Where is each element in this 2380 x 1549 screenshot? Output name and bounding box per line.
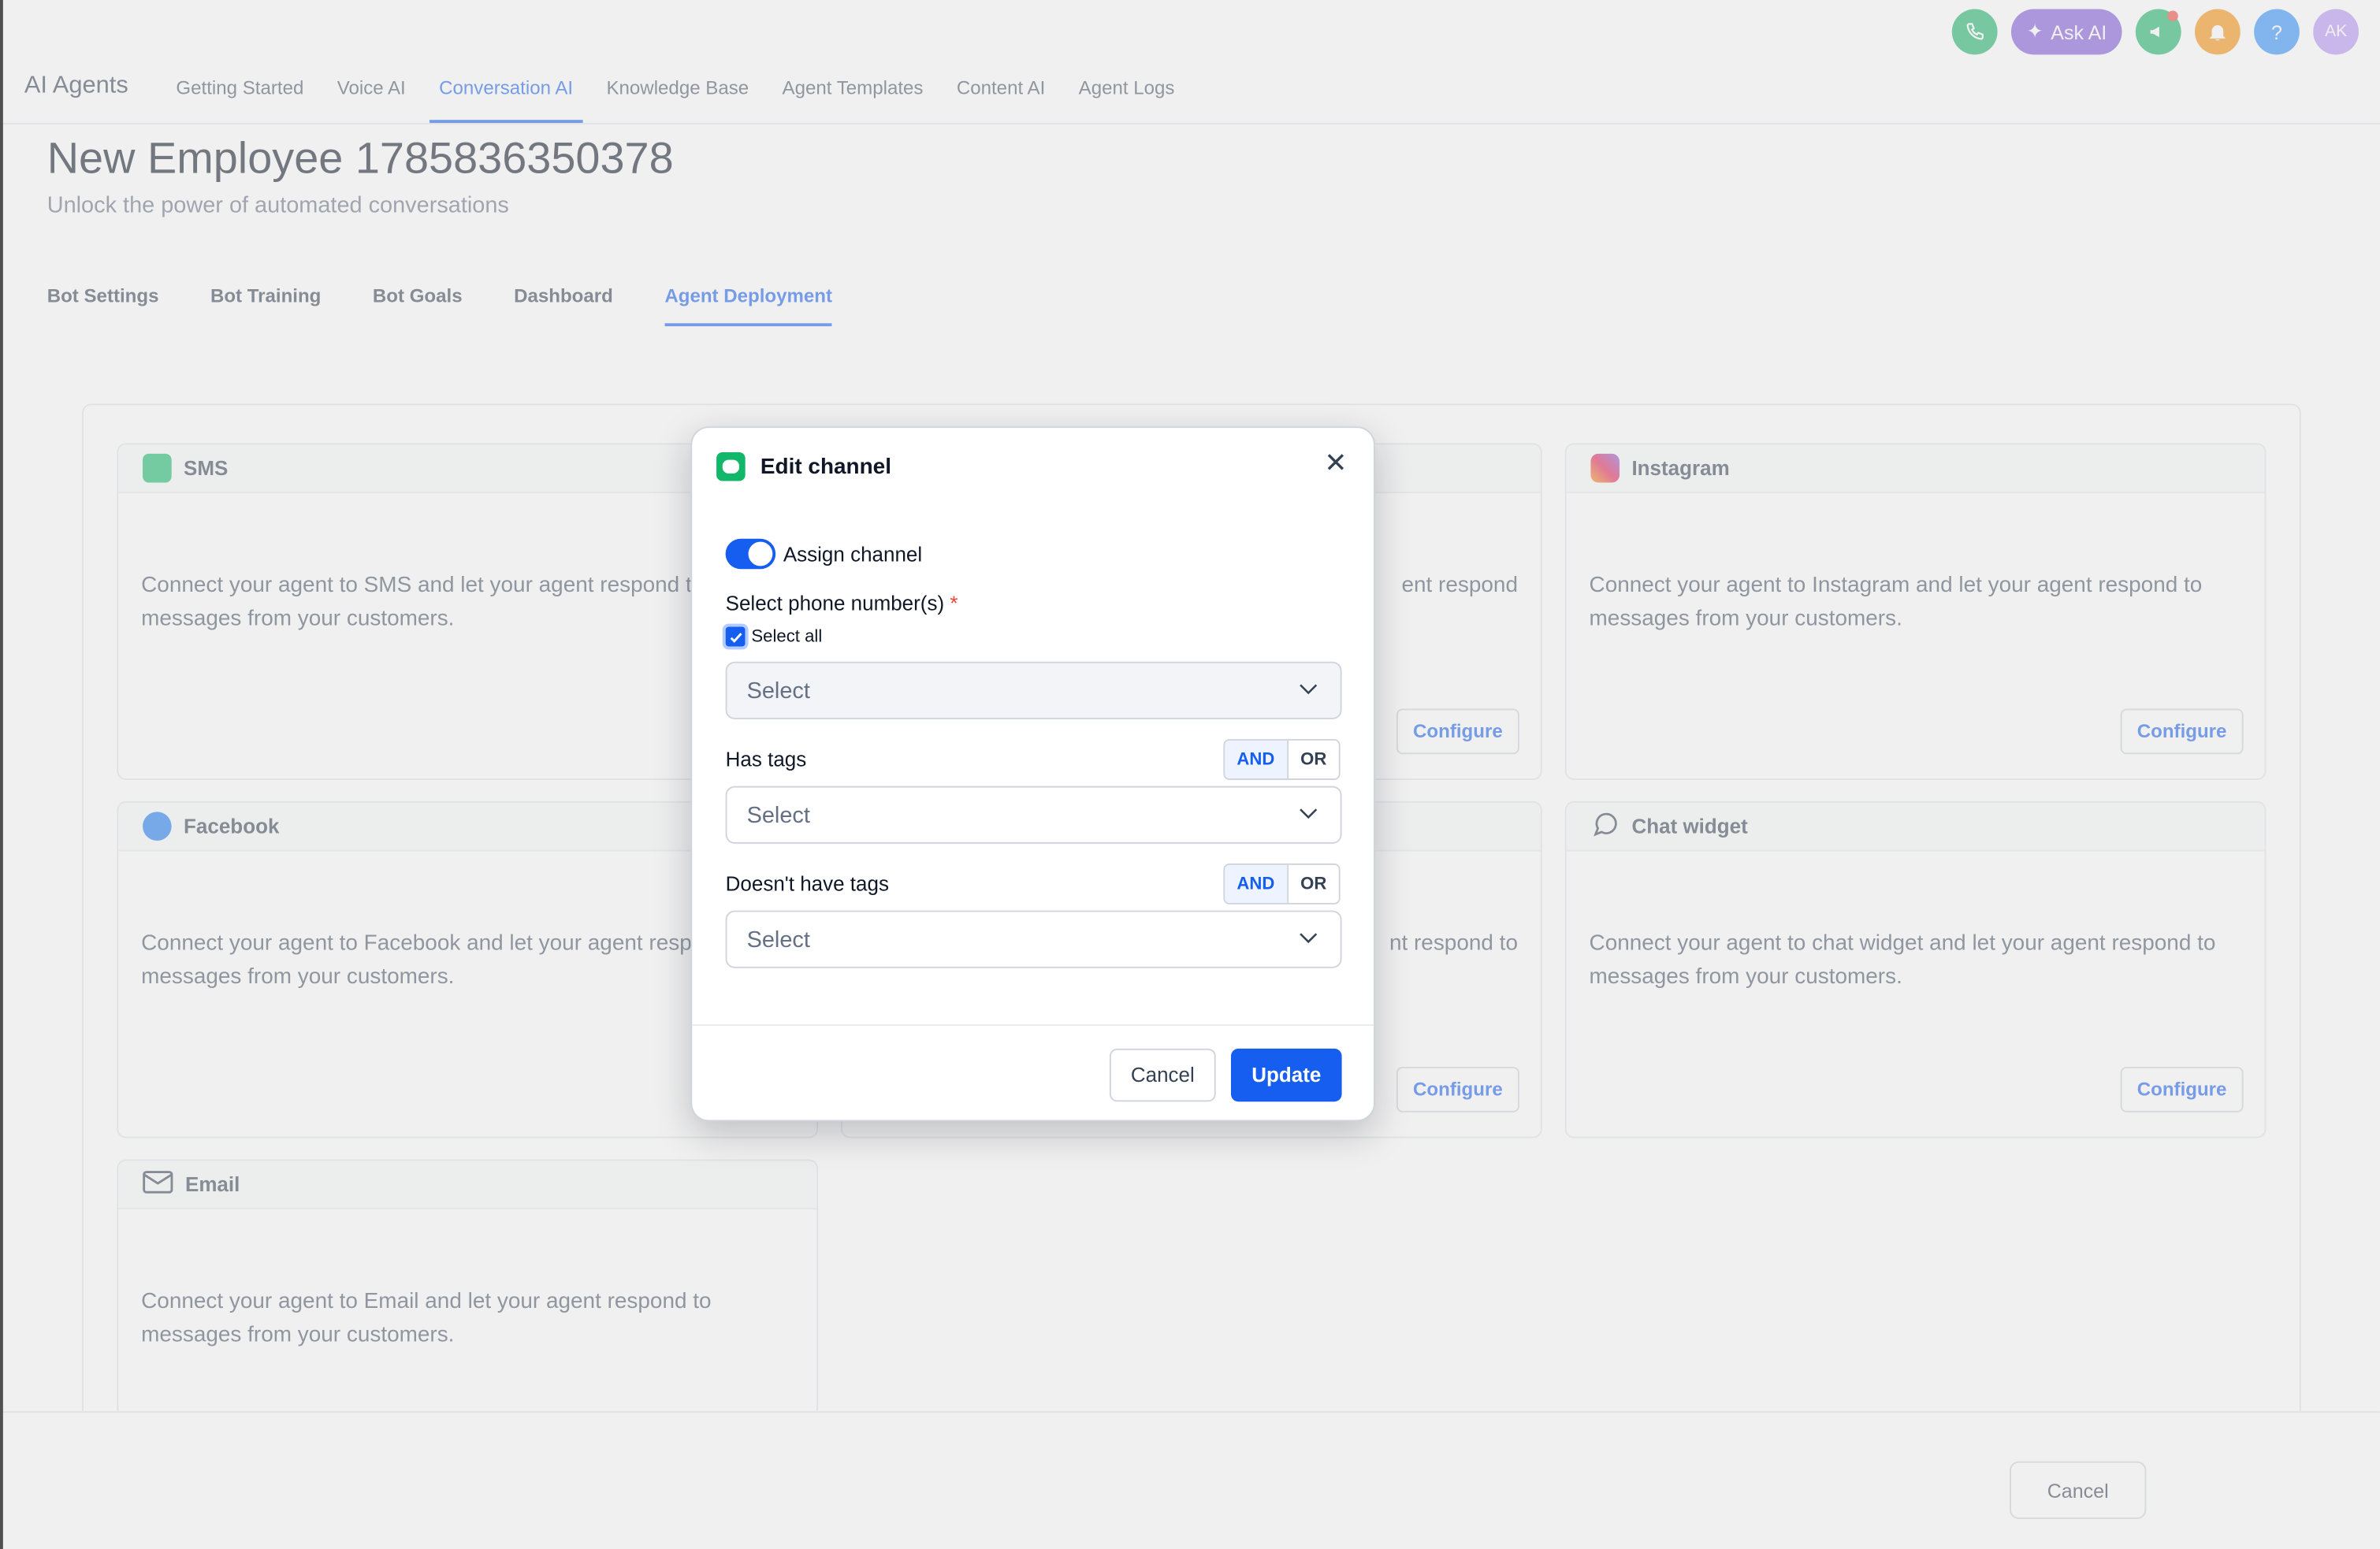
has-tags-select[interactable]: Select [725, 786, 1342, 844]
modal-footer-divider [692, 1024, 1374, 1026]
close-icon[interactable]: ✕ [1322, 449, 1350, 477]
select-all-row: Select all [722, 623, 823, 650]
has-tags-logic-toggle: AND OR [1223, 738, 1341, 780]
assign-channel-toggle[interactable] [725, 538, 776, 570]
select-all-label: Select all [751, 627, 823, 646]
modal-title: Edit channel [760, 454, 891, 479]
chevron-down-icon [1300, 684, 1318, 695]
modal-header: Edit channel [716, 451, 891, 481]
assign-channel-row: Assign channel [725, 538, 923, 570]
no-tags-and-button[interactable]: AND [1224, 864, 1289, 903]
sms-icon [716, 451, 746, 481]
required-mark: * [950, 592, 958, 615]
has-tags-label: Has tags [725, 748, 807, 771]
cancel-button[interactable]: Cancel [1109, 1048, 1216, 1102]
phone-select-placeholder: Select [746, 677, 810, 704]
no-tags-placeholder: Select [746, 926, 810, 953]
no-tags-logic-toggle: AND OR [1223, 863, 1341, 905]
no-tags-or-button[interactable]: OR [1288, 864, 1339, 903]
has-tags-placeholder: Select [746, 801, 810, 828]
phone-number-select[interactable]: Select [725, 661, 1342, 719]
chevron-down-icon [1300, 933, 1318, 944]
app-root: AI Agents Getting Started Voice AI Conve… [0, 0, 2380, 1549]
has-tags-or-button[interactable]: OR [1288, 740, 1339, 779]
no-tags-select[interactable]: Select [725, 910, 1342, 968]
assign-channel-label: Assign channel [783, 542, 923, 566]
edit-channel-modal: Edit channel ✕ Assign channel Select pho… [690, 426, 1375, 1122]
has-tags-and-button[interactable]: AND [1224, 740, 1289, 779]
select-all-checkbox[interactable] [722, 623, 749, 650]
phone-number-label: Select phone number(s) * [726, 592, 958, 615]
chevron-down-icon [1300, 808, 1318, 819]
check-icon [729, 632, 742, 642]
phone-number-label-text: Select phone number(s) [725, 592, 945, 615]
update-button[interactable]: Update [1230, 1048, 1342, 1102]
no-tags-label: Doesn't have tags [725, 872, 889, 896]
